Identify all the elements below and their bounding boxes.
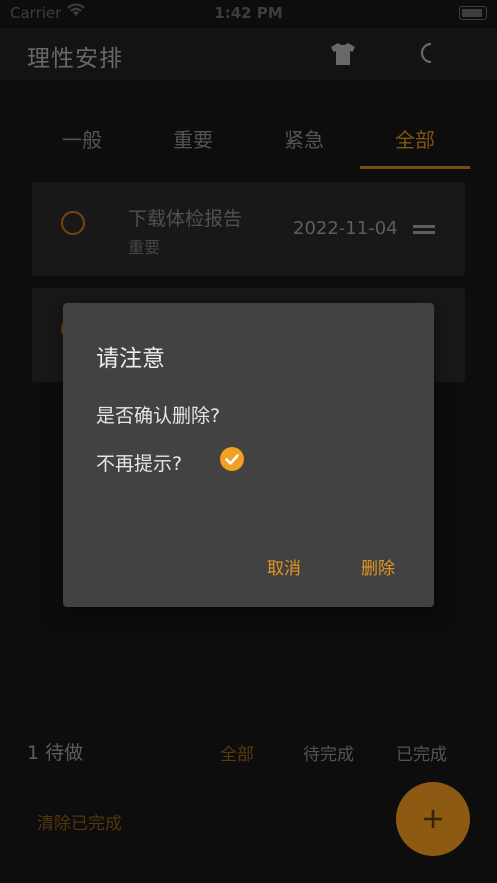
dont-ask-again-checkbox[interactable] [220,447,244,471]
add-task-button[interactable] [396,782,470,856]
dialog-message: 是否确认删除? [96,405,221,427]
cancel-button[interactable]: 取消 [267,554,301,579]
confirm-delete-dialog: 请注意 是否确认删除? 不再提示? 取消 删除 [63,303,434,607]
dialog-title: 请注意 [96,346,165,372]
delete-button[interactable]: 删除 [361,554,395,579]
plus-icon [424,810,442,828]
dont-ask-again-label: 不再提示? [96,453,183,475]
check-icon [225,454,239,465]
